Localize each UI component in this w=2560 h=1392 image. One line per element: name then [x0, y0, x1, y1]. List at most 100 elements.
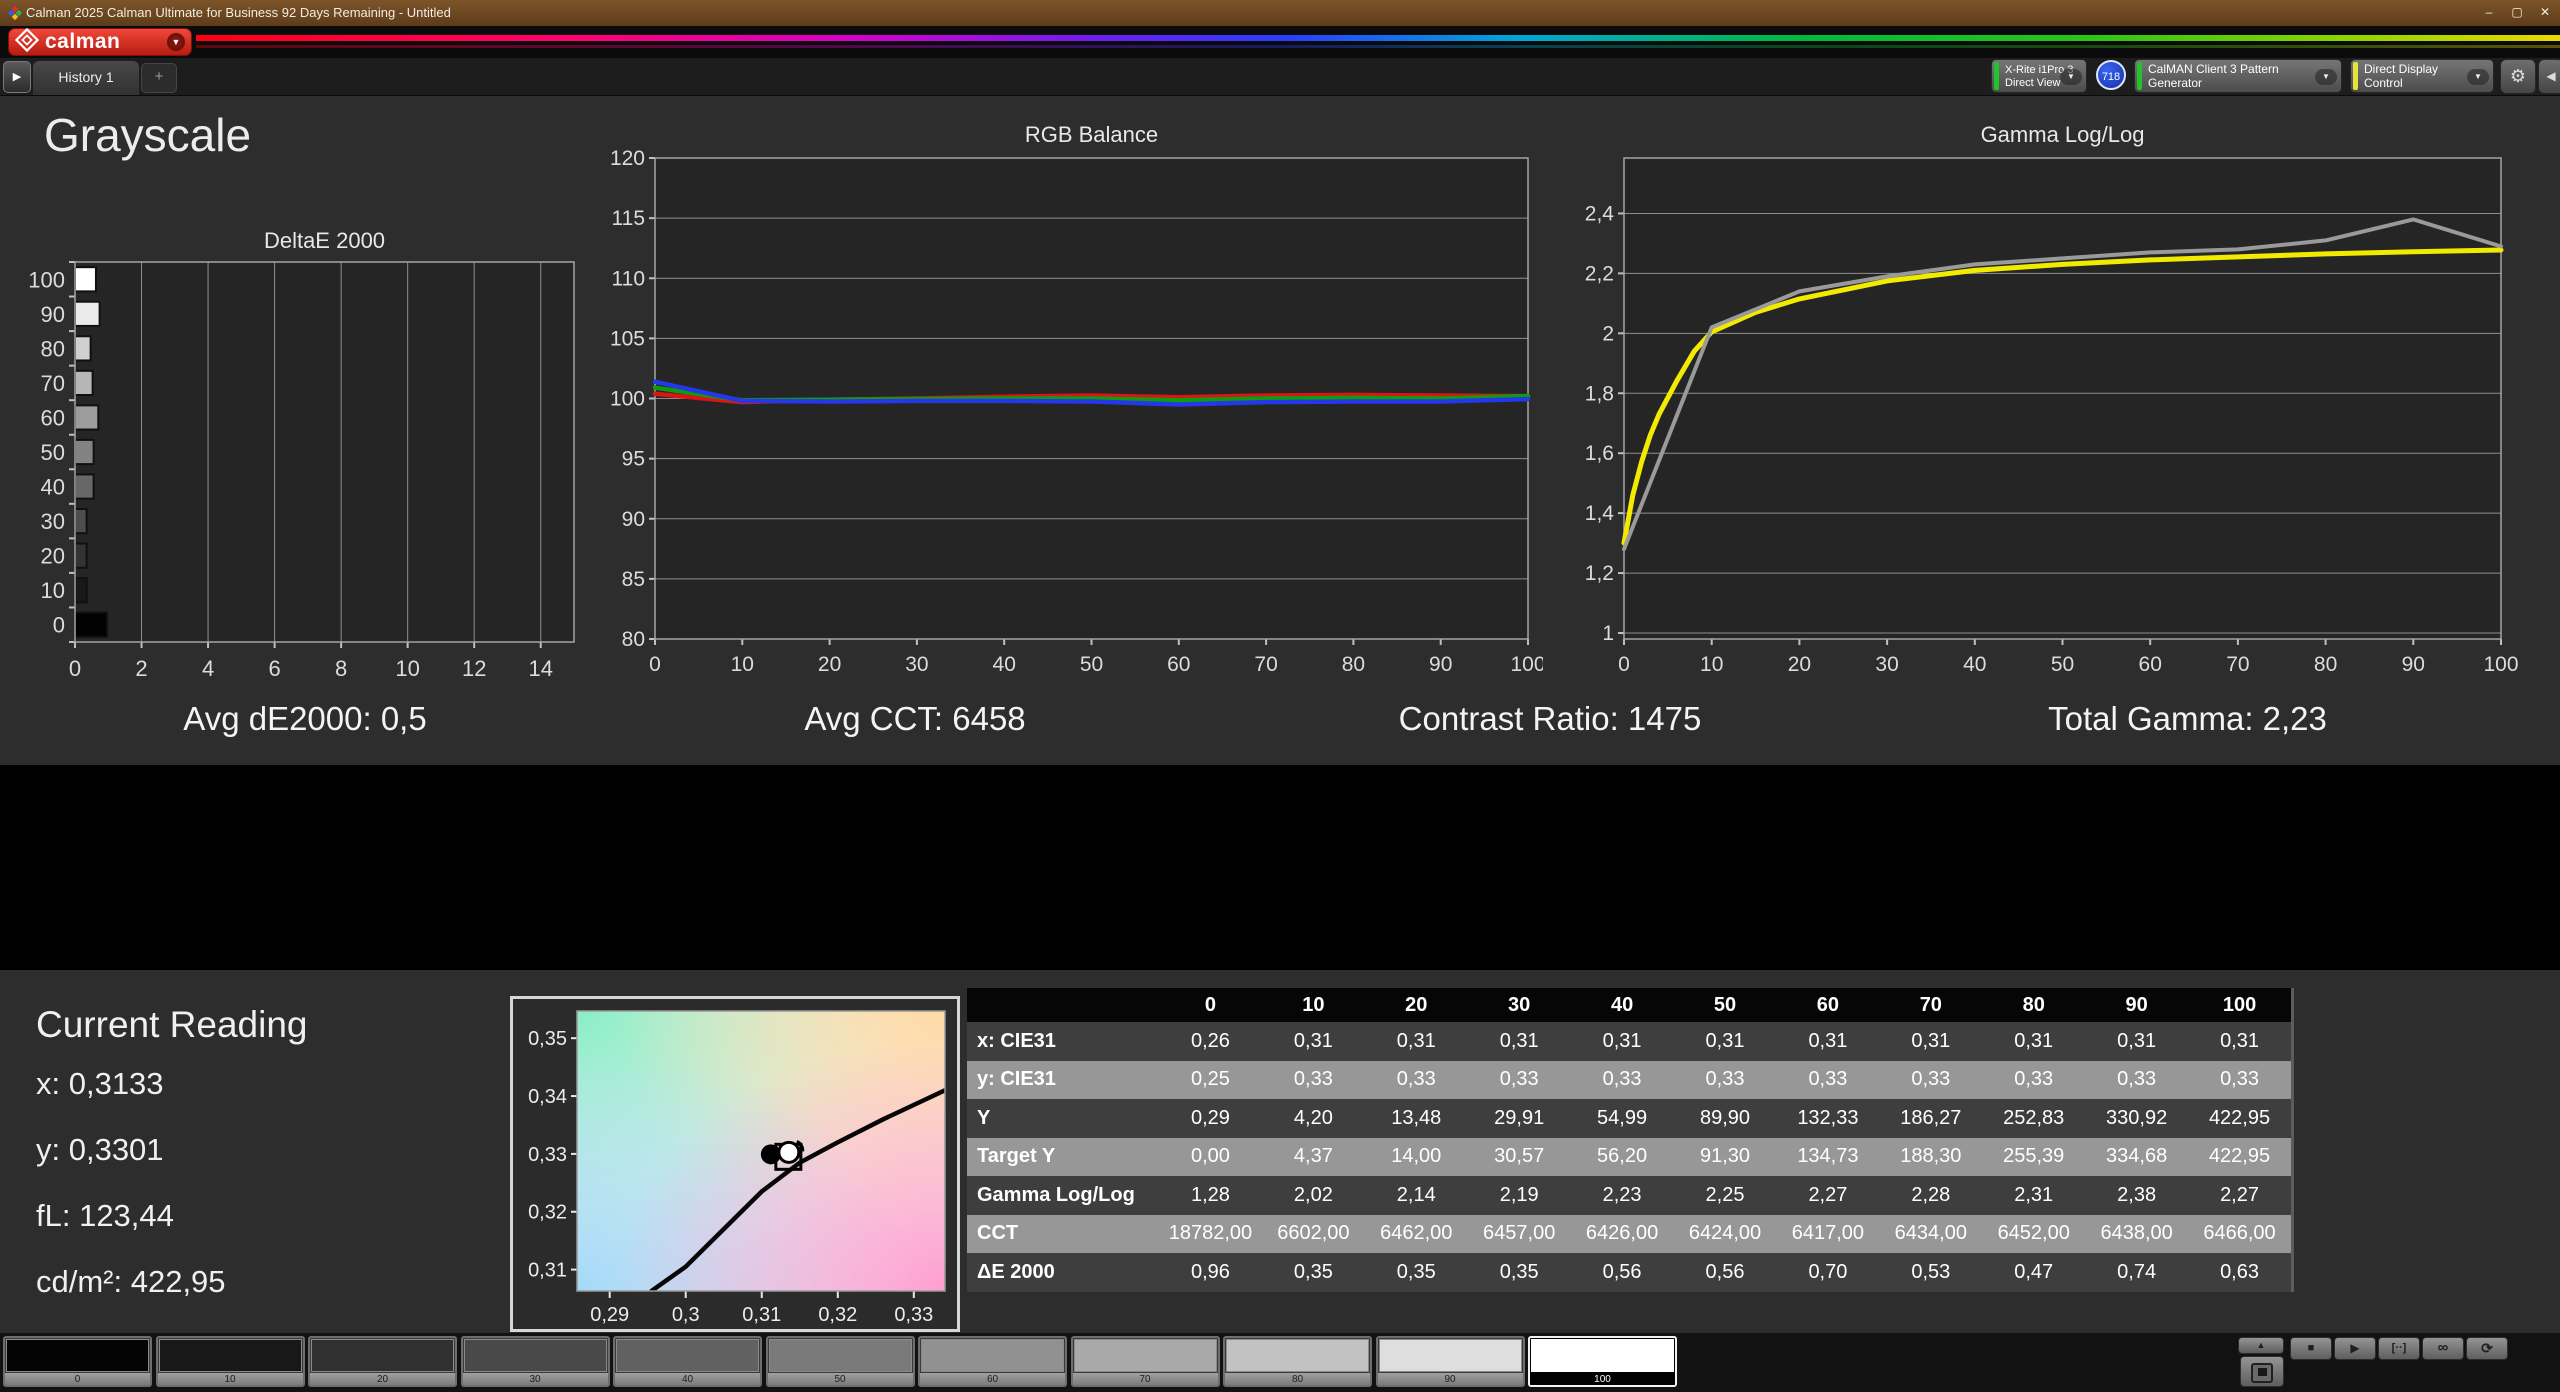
add-tab-button[interactable]: +: [141, 63, 177, 93]
table-column-header: 10: [1302, 993, 1325, 1016]
pattern-tile-100[interactable]: 100: [1528, 1336, 1677, 1387]
table-cell: 0,33: [1293, 1068, 1333, 1091]
display-name: Direct Display Control: [2364, 62, 2439, 90]
svg-text:30: 30: [905, 653, 928, 676]
table-cell: 0,74: [2117, 1260, 2157, 1283]
refresh-button[interactable]: ⟳: [2466, 1337, 2508, 1360]
table-cell: 18782,00: [1168, 1222, 1253, 1245]
measure-continuous-button[interactable]: ∞: [2422, 1337, 2464, 1360]
table-cell: 0,63: [2220, 1260, 2259, 1283]
minimize-button[interactable]: –: [2478, 2, 2500, 22]
table-cell: 2,27: [2220, 1183, 2259, 1206]
svg-text:0,33: 0,33: [894, 1304, 933, 1326]
rainbow-gradient-line: [196, 35, 2560, 41]
svg-text:1,2: 1,2: [1585, 562, 1614, 585]
chevron-left-icon: ◀: [2546, 69, 2556, 83]
table-cell: 1,28: [1190, 1183, 1230, 1206]
svg-text:80: 80: [2314, 653, 2337, 676]
maximize-button[interactable]: ▢: [2506, 2, 2528, 22]
table-cell: 0,35: [1499, 1260, 1539, 1283]
reading-fl: fL: 123,44: [36, 1198, 174, 1233]
table-header-row: 0 10 20 30 40 50 60 70 80 90 100: [967, 988, 2291, 1022]
current-reading-title: Current Reading: [36, 1004, 308, 1045]
svg-text:115: 115: [612, 207, 645, 230]
collapse-panel-button[interactable]: ◀: [2538, 59, 2560, 94]
pattern-tile-label: 10: [157, 1373, 303, 1385]
table-cell: 2,31: [2014, 1183, 2054, 1206]
table-cell: 0,31: [1499, 1029, 1539, 1052]
table-cell: 132,33: [1797, 1106, 1859, 1129]
svg-text:40: 40: [41, 475, 65, 500]
pattern-tile-70[interactable]: 70: [1070, 1336, 1220, 1387]
table-cell: 2,02: [1293, 1183, 1333, 1206]
table-cell: 6417,00: [1791, 1222, 1865, 1245]
layout-play-button[interactable]: ▶: [3, 61, 31, 93]
pattern-tile-10[interactable]: 10: [155, 1336, 305, 1387]
table-cell: 0,33: [2117, 1068, 2157, 1091]
pattern-tile-swatch: [921, 1339, 1064, 1372]
calman-menu-button[interactable]: calman ▼: [8, 27, 192, 56]
table-cell: 0,31: [1705, 1029, 1745, 1052]
svg-text:1: 1: [1602, 622, 1614, 645]
table-cell: 6466,00: [2203, 1222, 2276, 1245]
pattern-tile-0[interactable]: 0: [3, 1336, 152, 1387]
meter-dropdown[interactable]: X-Rite i1Pro 3 Direct View ▼: [1991, 59, 2087, 93]
svg-text:2,2: 2,2: [1585, 262, 1614, 285]
window-title: Calman 2025 Calman Ultimate for Business…: [26, 5, 451, 20]
pattern-tile-40[interactable]: 40: [613, 1336, 762, 1387]
svg-text:0,33: 0,33: [528, 1144, 567, 1166]
svg-text:70: 70: [2226, 653, 2249, 676]
svg-text:10: 10: [731, 653, 754, 676]
table-cell: 6452,00: [1997, 1222, 2070, 1245]
close-button[interactable]: ✕: [2534, 2, 2556, 22]
table-cell: 2,14: [1396, 1183, 1436, 1206]
pattern-tile-swatch: [1073, 1339, 1217, 1372]
table-cell: 2,27: [1808, 1183, 1848, 1206]
display-status-indicator: [2353, 62, 2358, 90]
pattern-window-button[interactable]: [2240, 1356, 2284, 1387]
settings-button[interactable]: ⚙: [2500, 59, 2536, 94]
svg-text:2: 2: [1602, 322, 1614, 345]
svg-text:DeltaE 2000: DeltaE 2000: [264, 228, 385, 253]
svg-text:10: 10: [41, 578, 65, 603]
pattern-tile-20[interactable]: 20: [308, 1336, 457, 1387]
source-dropdown[interactable]: CalMAN Client 3 Pattern Generator ▼: [2134, 59, 2342, 93]
table-cell: 2,23: [1602, 1183, 1642, 1206]
svg-text:14: 14: [528, 656, 552, 681]
svg-text:30: 30: [1875, 653, 1898, 676]
table-column-header: 30: [1508, 993, 1531, 1016]
table-cell: 255,39: [2003, 1145, 2065, 1168]
pattern-tile-label: 20: [310, 1373, 455, 1385]
pattern-tile-label: 50: [767, 1373, 913, 1385]
pattern-tile-50[interactable]: 50: [765, 1336, 915, 1387]
svg-text:1,4: 1,4: [1585, 502, 1615, 525]
table-cell: 0,31: [2220, 1029, 2259, 1052]
pattern-tile-swatch: [463, 1339, 607, 1372]
pattern-tile-swatch: [1378, 1339, 1522, 1372]
app-icon: [7, 5, 23, 21]
pattern-tile-90[interactable]: 90: [1375, 1336, 1525, 1387]
svg-text:0,29: 0,29: [590, 1304, 629, 1326]
chevron-down-icon: ▼: [2467, 69, 2489, 85]
pattern-tile-80[interactable]: 80: [1223, 1336, 1372, 1387]
table-cell: 6462,00: [1380, 1222, 1453, 1245]
stop-measure-button[interactable]: ■: [2290, 1337, 2332, 1360]
reading-x: x: 0,3133: [36, 1066, 164, 1101]
reading-y: y: 0,3301: [36, 1132, 164, 1167]
table-cell: 6426,00: [1585, 1222, 1659, 1245]
pattern-tile-60[interactable]: 60: [918, 1336, 1067, 1387]
expand-pattern-window-button[interactable]: ▲: [2238, 1337, 2284, 1354]
svg-text:20: 20: [818, 653, 841, 676]
table-cell: 0,56: [1602, 1260, 1642, 1283]
infinity-icon: ∞: [2437, 1339, 2449, 1356]
cie-diagram: 0,35 0,34 0,33 0,32 0,31 0,29 0,3 0,31 0,32 0,33: [528, 1010, 946, 1326]
tab-history-1[interactable]: History 1: [33, 61, 139, 95]
measure-once-button[interactable]: ▶: [2334, 1337, 2376, 1360]
table-row: ΔE 2000 0,96 0,35 0,35 0,35 0,56 0,56 0,70 0,53 0…: [967, 1253, 2291, 1292]
svg-text:0: 0: [1618, 653, 1630, 676]
measure-series-button[interactable]: [··]: [2378, 1337, 2420, 1360]
svg-text:0: 0: [53, 613, 65, 638]
display-dropdown[interactable]: Direct Display Control ▼: [2350, 59, 2494, 93]
window-titlebar: Calman 2025 Calman Ultimate for Business…: [0, 0, 2560, 26]
pattern-tile-30[interactable]: 30: [460, 1336, 610, 1387]
